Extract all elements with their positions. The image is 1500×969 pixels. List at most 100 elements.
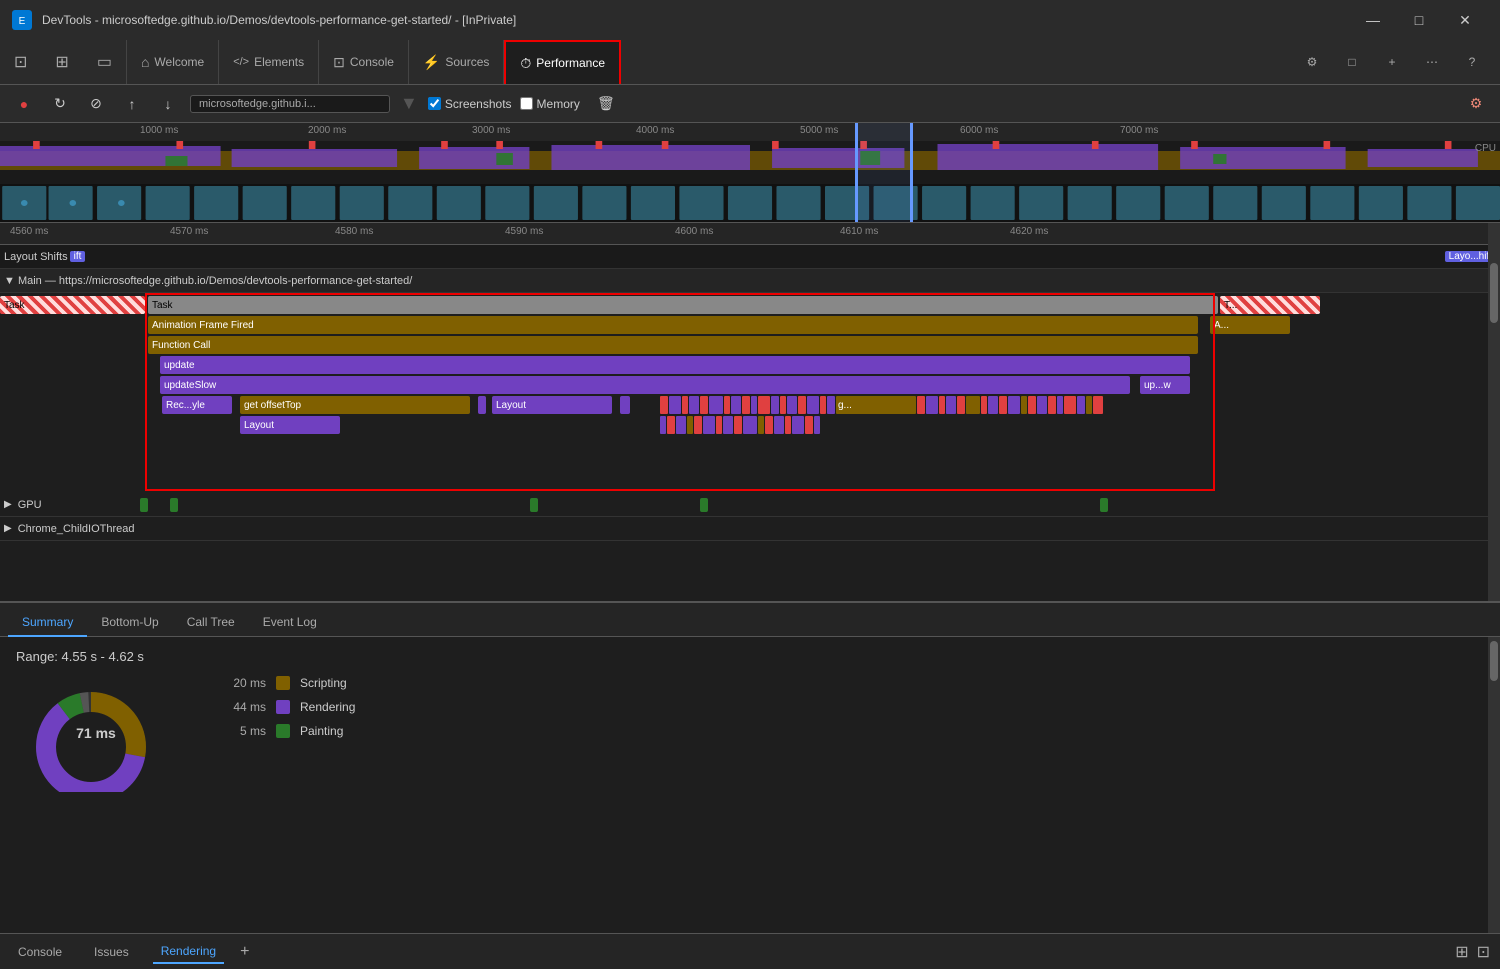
tab-console[interactable]: ⊡ Console bbox=[319, 40, 409, 85]
perf-toolbar: ● ↻ ⊘ ↑ ↓ microsoftedge.github.i... ▼ Sc… bbox=[0, 85, 1500, 123]
update-block[interactable]: update bbox=[160, 356, 1190, 374]
trash-button[interactable]: 🗑 bbox=[592, 90, 620, 118]
tab-sidebar[interactable]: ▭ bbox=[83, 40, 127, 85]
reload-button[interactable]: ↻ bbox=[46, 90, 74, 118]
legend-scripting: 20 ms Scripting bbox=[216, 676, 355, 690]
scrollbar-thumb[interactable] bbox=[1490, 263, 1498, 323]
bottom-scrollbar-thumb[interactable] bbox=[1490, 641, 1498, 681]
rendering-label: Rendering bbox=[300, 700, 355, 714]
screenshots-checkbox[interactable] bbox=[428, 97, 441, 110]
titlebar: E DevTools - microsoftedge.github.io/Dem… bbox=[0, 0, 1500, 40]
close-button[interactable]: ✕ bbox=[1442, 0, 1488, 40]
gpu-expand-arrow: ▶ bbox=[4, 499, 12, 510]
get-offset-block[interactable]: get offsetTop bbox=[240, 396, 470, 414]
dock-icon-2[interactable]: ⊡ bbox=[1477, 942, 1490, 962]
layout-block1[interactable]: Layout bbox=[492, 396, 612, 414]
tick-5000: 5000 ms bbox=[800, 125, 838, 136]
layout-small[interactable] bbox=[620, 396, 630, 414]
ruler-tick-4610: 4610 ms bbox=[840, 226, 878, 237]
layout-shifts-row: Layout Shifts ift Layo...hift bbox=[0, 245, 1500, 269]
tab-summary[interactable]: Summary bbox=[8, 609, 87, 637]
record-button[interactable]: ● bbox=[10, 90, 38, 118]
tab-welcome-label: Welcome bbox=[154, 55, 204, 69]
task-hatched-right[interactable]: T... bbox=[1220, 296, 1320, 314]
main-thread-header[interactable]: ▼ Main — https://microsoftedge.github.io… bbox=[0, 269, 1500, 293]
upload-button[interactable]: ↑ bbox=[118, 90, 146, 118]
window-controls: — □ ✕ bbox=[1350, 0, 1488, 40]
flame-row-function-call: Function Call bbox=[0, 335, 1500, 355]
help-button[interactable]: ? bbox=[1456, 46, 1488, 78]
gpu-block-2 bbox=[170, 498, 178, 512]
tab-bottom-up[interactable]: Bottom-Up bbox=[87, 609, 172, 637]
memory-toggle[interactable]: Memory bbox=[520, 97, 580, 111]
settings-icon-btn[interactable]: ⚙ bbox=[1296, 46, 1328, 78]
bottombar-tab-rendering[interactable]: Rendering bbox=[153, 940, 224, 964]
bottom-scrollbar[interactable] bbox=[1488, 637, 1500, 933]
toolbar-more: ⚙ □ + ⋯ ? bbox=[1296, 46, 1500, 78]
flame-row-subtasks: Rec...yle get offsetTop Layout bbox=[0, 395, 1500, 415]
timeline-handle-right[interactable] bbox=[910, 123, 913, 222]
main-thread-label: ▼ Main — https://microsoftedge.github.io… bbox=[4, 275, 412, 287]
timeline-handle-left[interactable] bbox=[855, 123, 858, 222]
flamechart-scrollbar[interactable] bbox=[1488, 223, 1500, 601]
add-tab-button[interactable]: + bbox=[1376, 46, 1408, 78]
gpu-row[interactable]: ▶ GPU bbox=[0, 493, 1500, 517]
performance-icon: ⏱ bbox=[520, 55, 531, 72]
task-hatched-left[interactable]: Task bbox=[0, 296, 145, 314]
update-slow-block2[interactable]: up...w bbox=[1140, 376, 1190, 394]
clear-button[interactable]: ⊘ bbox=[82, 90, 110, 118]
recalc-block[interactable]: Rec...yle bbox=[162, 396, 232, 414]
io-row[interactable]: ▶ Chrome_ChildIOThread bbox=[0, 517, 1500, 541]
layout-block2[interactable]: Layout bbox=[240, 416, 340, 434]
donut-label: 71 ms bbox=[76, 725, 116, 741]
legend-rendering: 44 ms Rendering bbox=[216, 700, 355, 714]
bottombar-tab-issues[interactable]: Issues bbox=[86, 941, 137, 963]
tab-elements[interactable]: </> Elements bbox=[219, 40, 319, 85]
flame-row-update-slow: updateSlow up...w bbox=[0, 375, 1500, 395]
tab-device-mode[interactable]: ⊡ bbox=[0, 40, 41, 85]
ruler-tick-4560: 4560 ms bbox=[10, 226, 48, 237]
tab-elements-label: Elements bbox=[254, 55, 304, 69]
memory-label: Memory bbox=[537, 97, 580, 111]
small-blocks-row2 bbox=[660, 416, 820, 434]
url-display: microsoftedge.github.i... bbox=[190, 95, 390, 113]
minimize-button[interactable]: — bbox=[1350, 0, 1396, 40]
task-gray[interactable]: Task bbox=[148, 296, 1218, 314]
tick-3000: 3000 ms bbox=[472, 125, 510, 136]
timeline-selection[interactable] bbox=[855, 123, 910, 222]
memory-checkbox[interactable] bbox=[520, 97, 533, 110]
more-tabs-button[interactable]: ⋯ bbox=[1416, 46, 1448, 78]
tab-sources[interactable]: ⚡ Sources bbox=[409, 40, 504, 85]
screenshots-toggle[interactable]: Screenshots bbox=[428, 97, 512, 111]
rendering-ms: 44 ms bbox=[216, 700, 266, 714]
function-call-block[interactable]: Function Call bbox=[148, 336, 1198, 354]
timeline-overview[interactable]: 1000 ms 2000 ms 3000 ms 4000 ms 5000 ms … bbox=[0, 123, 1500, 223]
scripting-ms: 20 ms bbox=[216, 676, 266, 690]
tab-performance[interactable]: ⏱ Performance bbox=[504, 40, 621, 85]
io-expand-arrow: ▶ bbox=[4, 523, 12, 534]
tick-6000: 6000 ms bbox=[960, 125, 998, 136]
gpu-label: GPU bbox=[18, 499, 42, 511]
app-icon: E bbox=[12, 10, 32, 30]
ruler-tick-4570: 4570 ms bbox=[170, 226, 208, 237]
elements-icon: </> bbox=[233, 56, 249, 68]
dock-icon-1[interactable]: ⊞ bbox=[1455, 942, 1468, 962]
maximize-button[interactable]: □ bbox=[1396, 0, 1442, 40]
tab-device-inspect[interactable]: ⊞ bbox=[41, 40, 82, 85]
bottombar-tab-console[interactable]: Console bbox=[10, 941, 70, 963]
animation-block-right[interactable]: A... bbox=[1210, 316, 1290, 334]
tab-welcome[interactable]: ⌂ Welcome bbox=[127, 40, 219, 85]
flame-row-update: update bbox=[0, 355, 1500, 375]
update-slow-block[interactable]: updateSlow bbox=[160, 376, 1130, 394]
add-panel-button[interactable]: + bbox=[240, 943, 249, 961]
device-icon-btn[interactable]: □ bbox=[1336, 46, 1368, 78]
gpu-block-4 bbox=[700, 498, 708, 512]
tab-call-tree[interactable]: Call Tree bbox=[173, 609, 249, 637]
flame-row-animation: Animation Frame Fired A... bbox=[0, 315, 1500, 335]
animation-block[interactable]: Animation Frame Fired bbox=[148, 316, 1198, 334]
download-button[interactable]: ↓ bbox=[154, 90, 182, 118]
welcome-icon: ⌂ bbox=[141, 54, 149, 70]
tab-event-log[interactable]: Event Log bbox=[249, 609, 331, 637]
painting-color bbox=[276, 724, 290, 738]
perf-settings-button[interactable]: ⚙ bbox=[1462, 90, 1490, 118]
